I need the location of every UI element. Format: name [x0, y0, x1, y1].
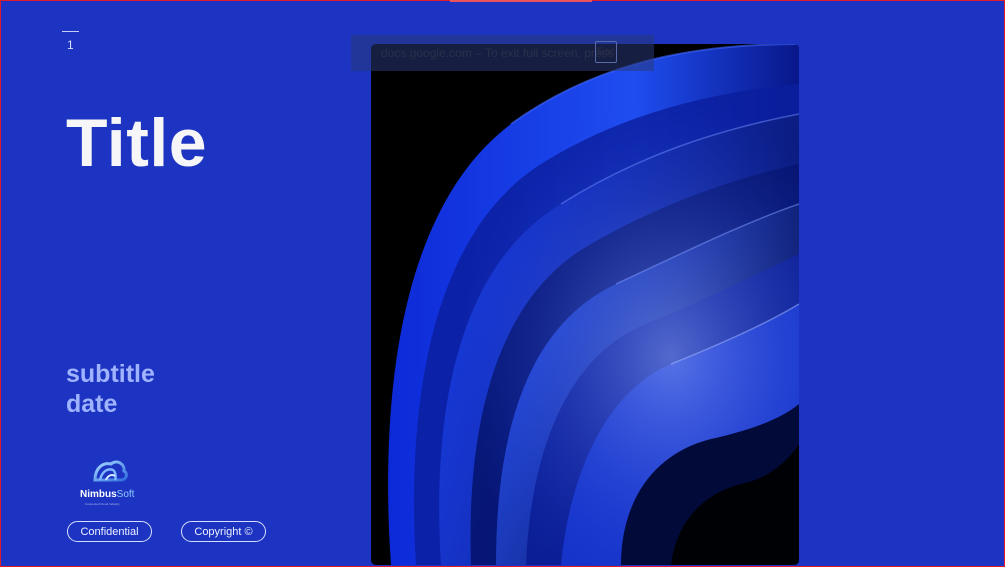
esc-key-hint: Esc [595, 41, 617, 63]
slide-number-rule [62, 31, 79, 32]
slide-subtitle[interactable]: subtitle [66, 360, 155, 389]
slide-date[interactable]: date [66, 390, 117, 419]
logo-name-secondary: Soft [116, 489, 135, 500]
blue-ribbon-artwork [371, 44, 799, 565]
top-progress-indicator [450, 0, 592, 2]
logo-name-primary: Nimbus [80, 489, 117, 500]
fullscreen-exit-banner: docs.google.com – To exit full screen, p… [351, 35, 654, 71]
logo-tagline: Connected Cloud Industry [85, 502, 120, 506]
slide-title[interactable]: Title [66, 104, 207, 182]
cloud-wave-logo-icon [93, 460, 128, 482]
logo-wordmark: NimbusSoft [80, 489, 134, 500]
company-logo: NimbusSoft Connected Cloud Industry [74, 456, 146, 512]
fullscreen-message: docs.google.com – To exit full screen, p… [381, 46, 614, 60]
abstract-wave-image[interactable] [371, 44, 799, 565]
confidential-badge: Confidential [67, 521, 152, 542]
slide-number: 1 [67, 38, 74, 52]
copyright-badge: Copyright © [181, 521, 266, 542]
